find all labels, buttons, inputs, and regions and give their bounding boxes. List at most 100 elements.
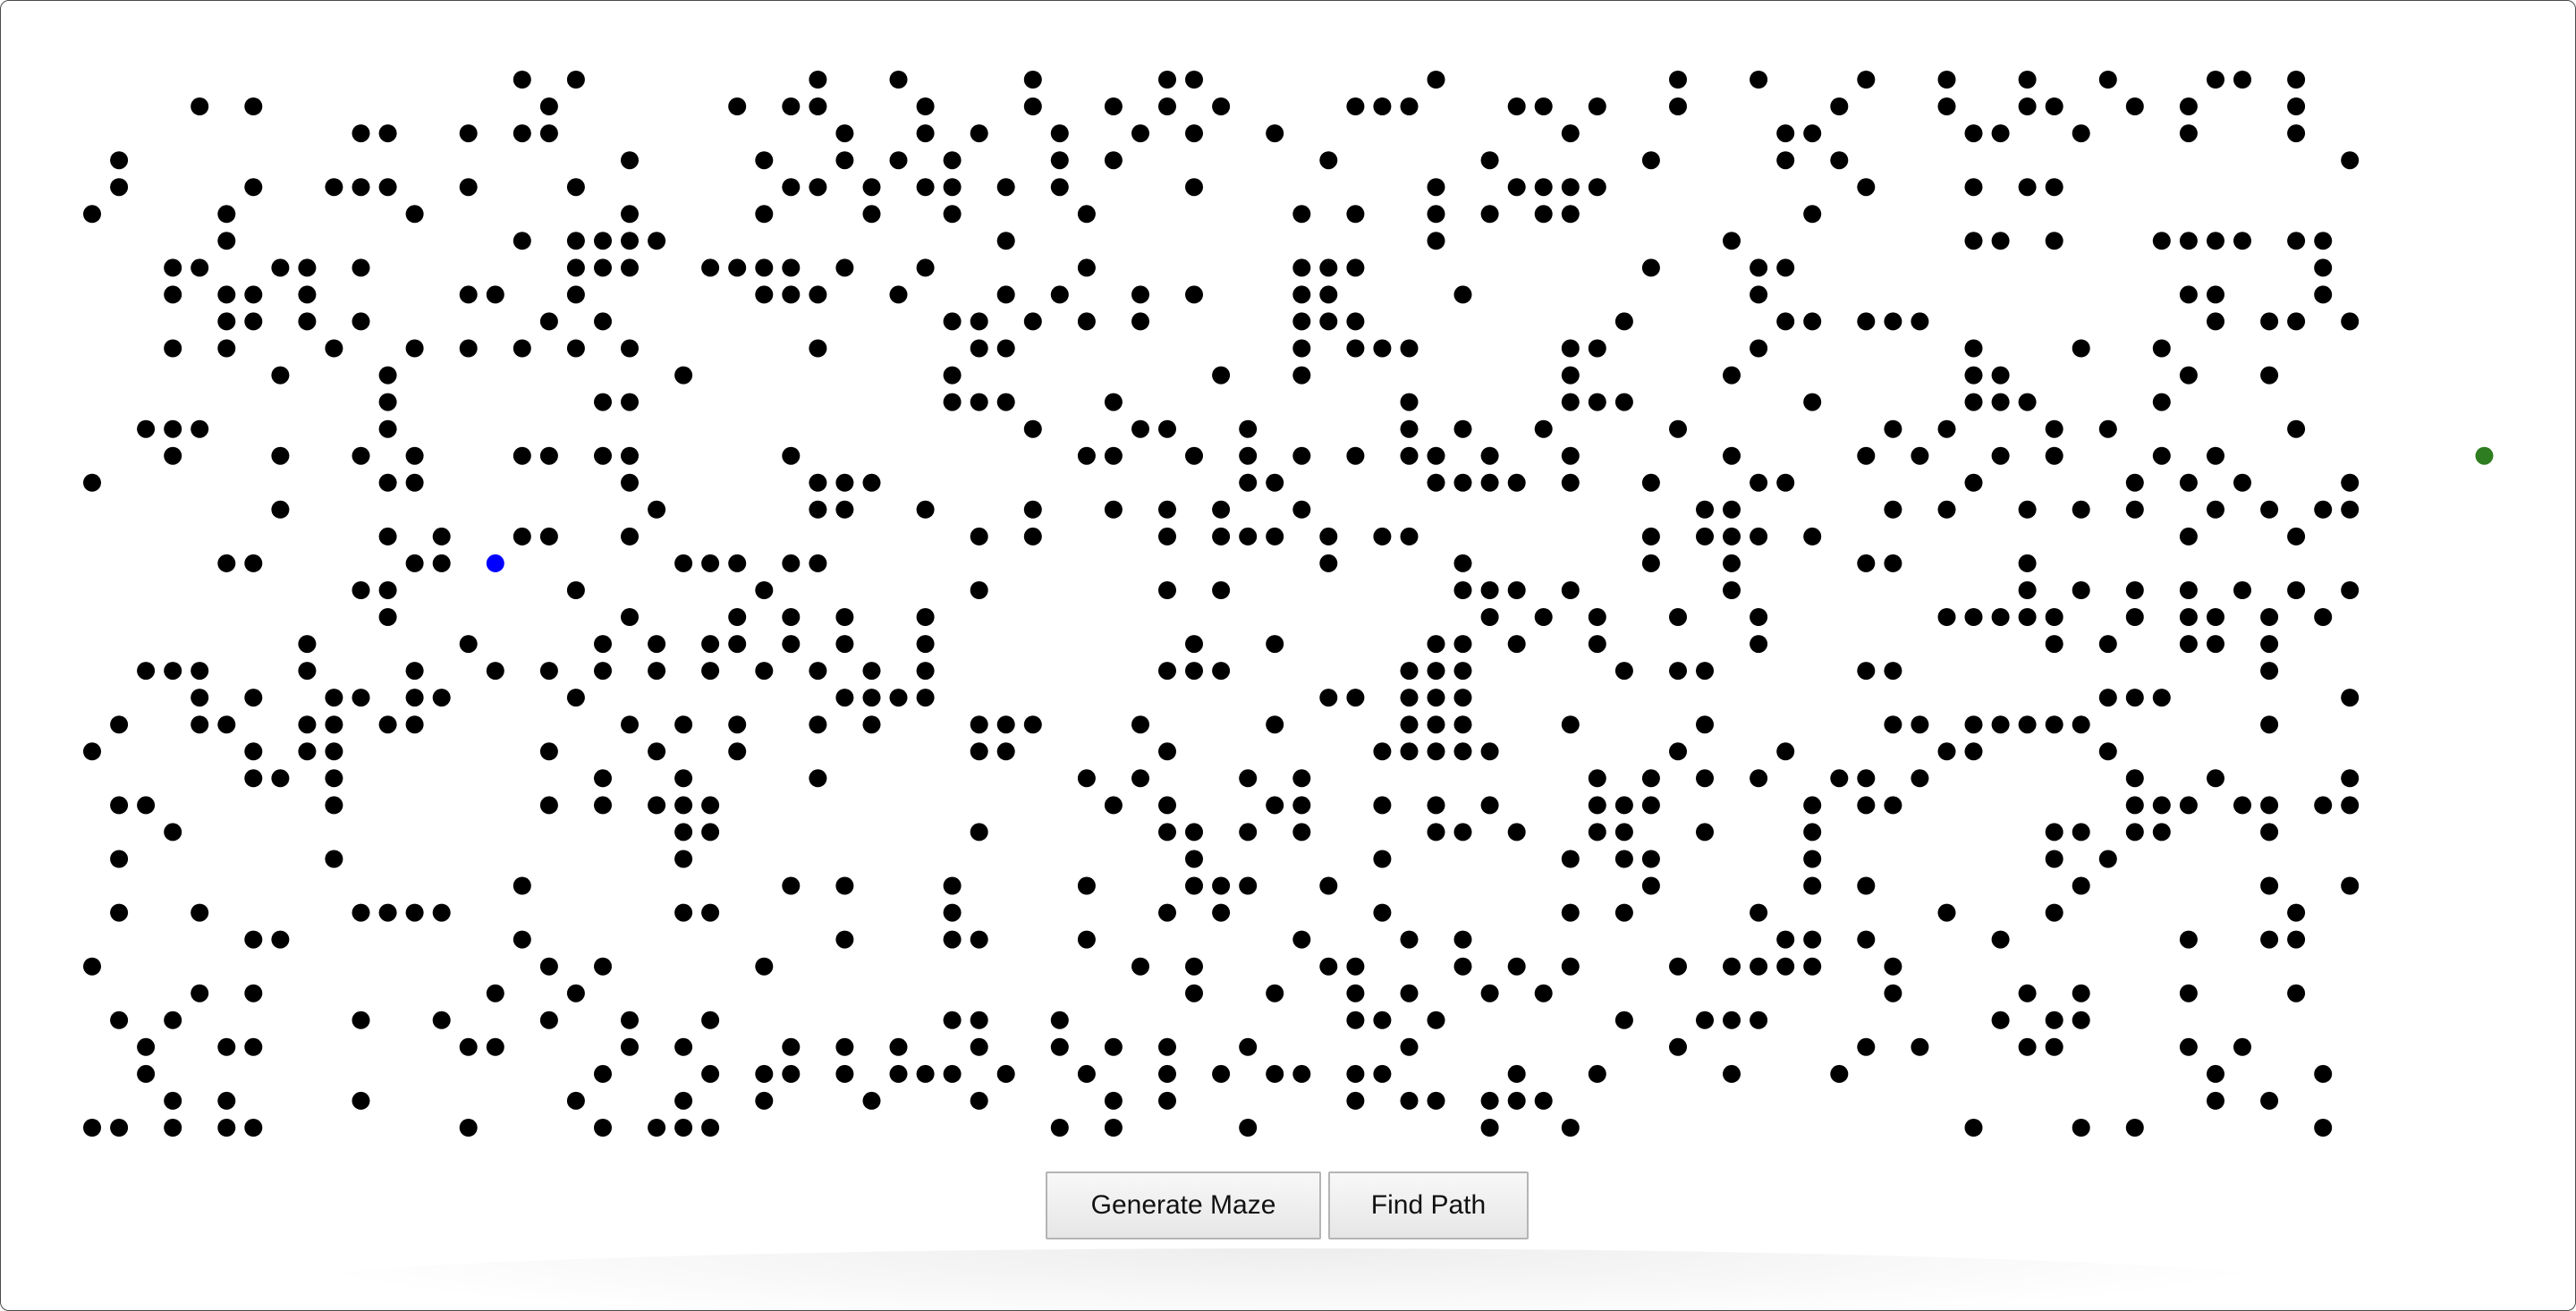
wall-cell [1857, 554, 1876, 572]
wall-cell [782, 608, 801, 626]
wall-cell [1292, 285, 1311, 304]
wall-cell [2287, 903, 2306, 922]
wall-cell [2314, 796, 2333, 815]
wall-cell [1266, 124, 1284, 143]
wall-cell [1185, 635, 1203, 654]
wall-cell [2045, 715, 2063, 734]
wall-cell [2179, 796, 2198, 815]
wall-cell [2233, 581, 2251, 599]
wall-cell [459, 339, 478, 358]
wall-cell [352, 312, 370, 331]
wall-cell [1803, 876, 1822, 895]
wall-cell [1453, 285, 1472, 304]
wall-cell [1292, 366, 1311, 385]
wall-cell [352, 689, 370, 707]
wall-cell [1614, 1011, 1633, 1029]
maze-grid[interactable] [1, 1, 2576, 1163]
wall-cell [378, 393, 397, 411]
wall-cell [1561, 903, 1580, 922]
wall-cell [1158, 1091, 1176, 1110]
wall-cell [2207, 446, 2224, 465]
wall-cell [137, 419, 156, 438]
wall-cell [2260, 823, 2279, 842]
wall-cell [1131, 769, 1149, 788]
wall-cell [1319, 876, 1338, 895]
wall-cell [1346, 984, 1365, 1002]
wall-cell [1266, 715, 1284, 734]
wall-cell [1750, 473, 1768, 492]
wall-cell [809, 339, 827, 358]
wall-cell [1158, 1064, 1176, 1083]
wall-cell [1561, 1119, 1580, 1137]
wall-cell [996, 339, 1015, 358]
wall-cell [2045, 635, 2063, 654]
wall-cell [1776, 258, 1795, 277]
wall-cell [1104, 97, 1123, 115]
wall-cell [1991, 608, 2010, 626]
wall-cell [1534, 205, 1553, 224]
wall-cell [191, 689, 209, 707]
wall-cell [755, 205, 774, 224]
end-marker[interactable] [2475, 446, 2494, 465]
wall-cell [1427, 689, 1445, 707]
wall-cell [378, 419, 397, 438]
wall-cell [2045, 608, 2063, 626]
wall-cell [916, 635, 935, 654]
wall-cell [1669, 71, 1687, 89]
wall-cell [728, 97, 747, 115]
wall-cell [594, 662, 612, 681]
wall-cell [1400, 1037, 1419, 1056]
wall-cell [164, 339, 182, 358]
wall-cell [110, 178, 129, 197]
wall-cell [621, 393, 639, 411]
wall-cell [217, 1091, 236, 1110]
wall-cell [432, 527, 451, 546]
wall-cell [1480, 796, 1499, 815]
wall-cell [970, 312, 988, 331]
wall-cell [1319, 554, 1338, 572]
wall-cell [1427, 178, 1445, 197]
wall-cell [1185, 850, 1203, 868]
wall-cell [1427, 715, 1445, 734]
wall-cell [1561, 446, 1580, 465]
wall-cell [1803, 312, 1822, 331]
wall-cell [1723, 500, 1741, 519]
wall-cell [2260, 366, 2279, 385]
find-path-button[interactable]: Find Path [1328, 1171, 1529, 1239]
wall-cell [835, 1037, 854, 1056]
wall-cell [970, 581, 988, 599]
wall-cell [2045, 1011, 2063, 1029]
start-marker[interactable] [486, 554, 504, 572]
wall-cell [970, 339, 988, 358]
wall-cell [352, 258, 370, 277]
wall-cell [755, 258, 774, 277]
wall-cell [1427, 1091, 1445, 1110]
wall-cell [2018, 97, 2037, 115]
generate-maze-button[interactable]: Generate Maze [1046, 1171, 1321, 1239]
wall-cell [110, 715, 129, 734]
wall-cell [701, 796, 720, 815]
wall-cell [2179, 232, 2198, 250]
wall-cell [2287, 930, 2306, 949]
wall-cell [217, 339, 236, 358]
wall-cell [1373, 903, 1392, 922]
wall-cell [164, 662, 182, 681]
wall-cell [1507, 1091, 1526, 1110]
wall-cell [2045, 1037, 2063, 1056]
wall-cell [2125, 97, 2144, 115]
wall-cell [1023, 715, 1042, 734]
wall-cell [943, 930, 962, 949]
wall-cell [1641, 876, 1660, 895]
wall-cell [352, 903, 370, 922]
wall-cell [1158, 823, 1176, 842]
wall-cell [1158, 662, 1176, 681]
wall-cell [835, 151, 854, 170]
wall-cell [83, 957, 101, 976]
wall-cell [701, 903, 720, 922]
wall-cell [943, 1064, 962, 1083]
wall-cell [1723, 232, 1741, 250]
wall-cell [1911, 446, 1929, 465]
wall-cell [244, 554, 263, 572]
wall-cell [2314, 608, 2333, 626]
wall-cell [1077, 312, 1096, 331]
